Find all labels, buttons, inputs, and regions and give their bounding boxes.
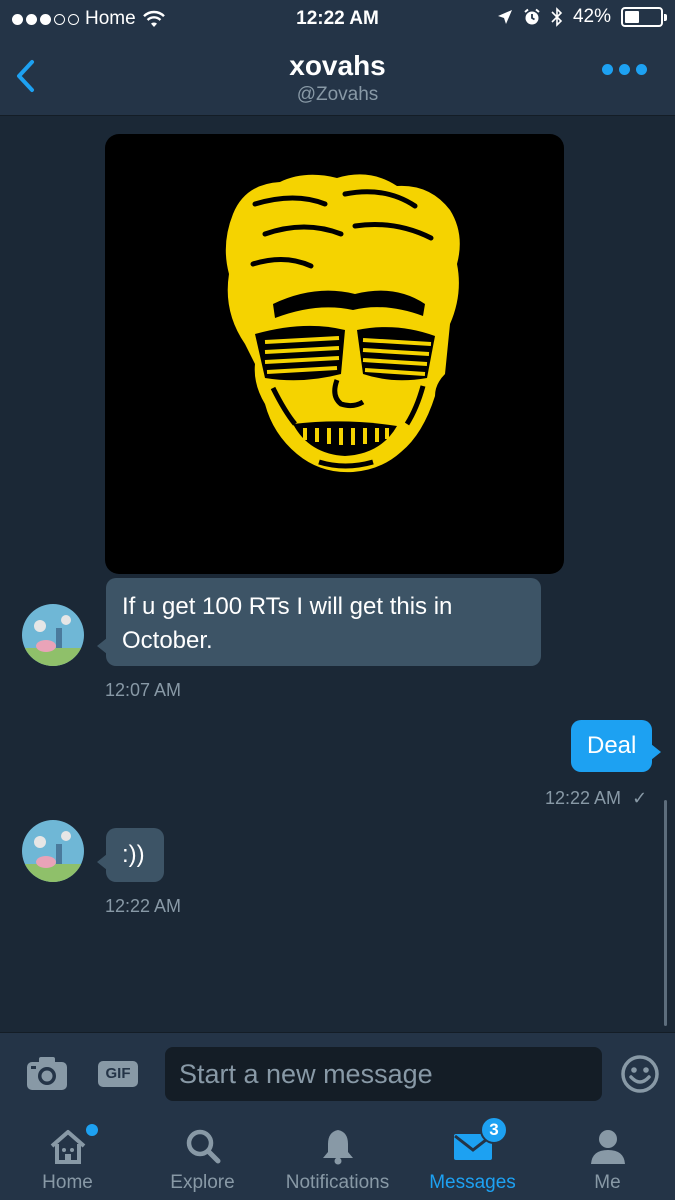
incoming-message-bubble[interactable]: If u get 100 RTs I will get this in Octo… bbox=[97, 578, 541, 666]
message-text: :)) bbox=[122, 841, 145, 868]
yellow-face-artwork bbox=[225, 174, 460, 473]
tab-label: Messages bbox=[429, 1172, 516, 1193]
tab-label: Explore bbox=[170, 1172, 235, 1193]
outgoing-message-bubble[interactable]: Deal bbox=[571, 720, 662, 772]
battery-percent: 42% bbox=[572, 6, 611, 27]
bluetooth-icon bbox=[551, 7, 563, 27]
search-icon bbox=[186, 1129, 220, 1164]
tab-home[interactable]: Home bbox=[0, 1114, 135, 1200]
tab-label: Notifications bbox=[285, 1172, 390, 1193]
status-bar: Home 12:22 AM 42% bbox=[0, 0, 675, 38]
message-text: Deal bbox=[587, 732, 637, 759]
avatar-cartoon-image bbox=[22, 604, 84, 666]
battery-fill bbox=[625, 11, 640, 23]
compose-bar: GIF bbox=[0, 1032, 675, 1114]
battery-icon bbox=[621, 7, 667, 27]
messages-unread-badge: 3 bbox=[480, 1116, 508, 1144]
tab-messages[interactable]: Messages bbox=[405, 1114, 540, 1200]
message-text: If u get 100 RTs I will get this in Octo… bbox=[122, 593, 453, 654]
home-new-dot bbox=[86, 1124, 98, 1136]
contact-avatar[interactable] bbox=[22, 604, 84, 666]
avatar-cartoon-image bbox=[22, 820, 84, 882]
top-bar: Home 12:22 AM 42% xovahs @Zovahs bbox=[0, 0, 675, 116]
shared-image[interactable] bbox=[105, 134, 564, 574]
camera-icon[interactable] bbox=[26, 1055, 68, 1091]
location-arrow-icon bbox=[497, 10, 512, 24]
timestamp-text: 12:22 AM bbox=[545, 788, 622, 808]
message-timestamp: 12:07 AM bbox=[105, 680, 182, 700]
bell-icon bbox=[322, 1130, 353, 1165]
new-message-input[interactable] bbox=[165, 1047, 602, 1101]
message-timestamp: 12:22 AM bbox=[105, 896, 182, 916]
read-receipt-checkmark-icon: ✓ bbox=[632, 788, 648, 808]
gif-button[interactable]: GIF bbox=[98, 1061, 138, 1087]
scrollbar[interactable] bbox=[664, 800, 667, 1026]
incoming-message-bubble[interactable]: :)) bbox=[97, 828, 164, 882]
tab-bar: Home Explore Notifications Messages Me bbox=[0, 1114, 675, 1200]
conversation-title: xovahs bbox=[289, 50, 386, 81]
tab-label: Me bbox=[594, 1172, 621, 1193]
tab-me[interactable]: Me bbox=[540, 1114, 675, 1200]
person-icon bbox=[590, 1130, 625, 1164]
tab-explore[interactable]: Explore bbox=[135, 1114, 270, 1200]
home-icon bbox=[50, 1130, 85, 1164]
alarm-clock-icon bbox=[524, 8, 540, 25]
conversation-handle: @Zovahs bbox=[296, 84, 379, 105]
tab-label: Home bbox=[42, 1172, 93, 1193]
emoji-icon[interactable] bbox=[620, 1054, 660, 1094]
tab-notifications[interactable]: Notifications bbox=[270, 1114, 405, 1200]
more-options-icon[interactable] bbox=[602, 64, 647, 75]
message-timestamp: 12:22 AM ✓ bbox=[545, 788, 647, 809]
contact-avatar[interactable] bbox=[22, 820, 84, 882]
